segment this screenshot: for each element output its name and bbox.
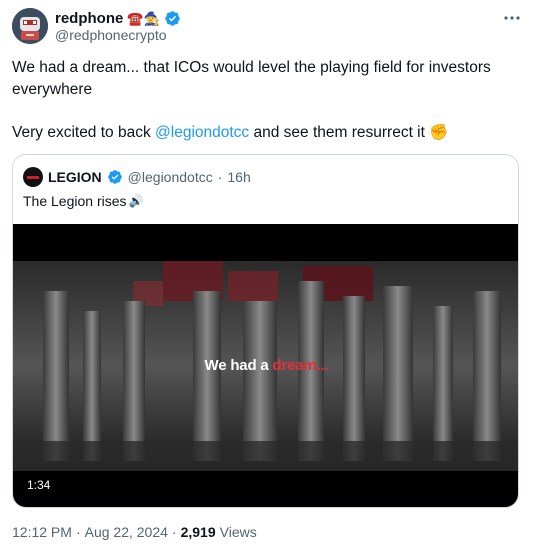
quoted-text-row: The Legion rises 🔊 xyxy=(23,193,143,209)
author-name-row: redphone ☎️🧙 xyxy=(55,8,181,28)
video-player[interactable]: We had a dream... 1:34 xyxy=(13,224,518,507)
author-handle[interactable]: @redphonecrypto xyxy=(55,27,167,43)
footer-separator: · xyxy=(171,524,177,540)
tweet-line-1: We had a dream... that ICOs would level … xyxy=(12,59,491,98)
video-duration: 1:34 xyxy=(21,476,57,494)
views-label: Views xyxy=(219,524,257,540)
fist-emoji: ✊ xyxy=(429,124,449,141)
verified-badge-icon xyxy=(107,170,122,184)
author-name-emojis: ☎️🧙 xyxy=(127,10,160,26)
video-caption-white: We had a xyxy=(204,357,273,374)
quoted-separator: · xyxy=(217,169,223,185)
tweet-line-2-before: Very excited to back xyxy=(12,124,156,141)
quoted-tweet[interactable]: LEGION @legiondotcc · 16h The Legion ris… xyxy=(12,154,519,508)
quoted-display-name: LEGION xyxy=(48,169,102,185)
tweet-line-2-after: and see them resurrect it xyxy=(249,124,430,141)
tweet-footer: 12:12 PM · Aug 22, 2024 · 2,919 Views xyxy=(12,524,257,540)
author-display-name[interactable]: redphone xyxy=(55,10,123,27)
tweet-date[interactable]: Aug 22, 2024 xyxy=(85,524,168,540)
quoted-handle: @legiondotcc xyxy=(127,169,213,185)
more-icon[interactable] xyxy=(502,8,522,28)
legion-logo[interactable] xyxy=(23,167,43,187)
tweet-text: We had a dream... that ICOs would level … xyxy=(12,57,512,144)
video-caption-red: dream... xyxy=(272,357,329,374)
author-avatar[interactable] xyxy=(12,8,48,44)
mention-link[interactable]: @legiondotcc xyxy=(155,124,249,141)
quoted-text: The Legion rises xyxy=(23,193,127,209)
tweet-line-2: Very excited to back @legiondotcc and se… xyxy=(12,122,512,144)
quoted-header: LEGION @legiondotcc · 16h xyxy=(23,167,251,187)
quoted-time: 16h xyxy=(227,169,251,185)
footer-separator: · xyxy=(75,524,81,540)
speaker-emoji: 🔊 xyxy=(128,194,144,208)
video-caption: We had a dream... xyxy=(13,357,518,374)
verified-badge-icon[interactable] xyxy=(164,10,181,27)
views-count: 2,919 xyxy=(180,524,216,540)
tweet-time[interactable]: 12:12 PM xyxy=(12,524,72,540)
